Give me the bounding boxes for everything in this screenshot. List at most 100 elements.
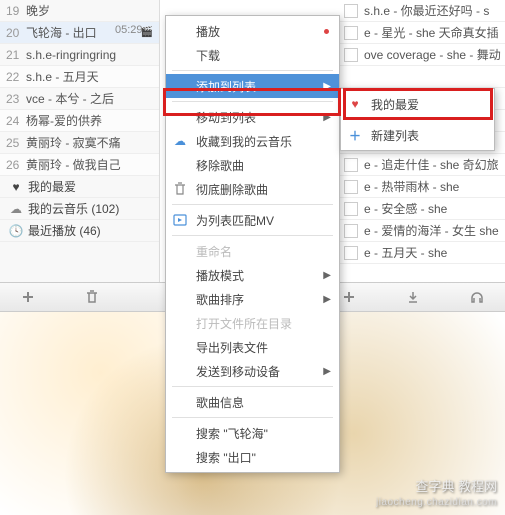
submenu-new-list[interactable]: ＋新建列表 [341,123,494,147]
right-track-name: e - 热带雨林 - she [364,178,459,195]
checkbox[interactable] [344,4,358,18]
right-track-row[interactable]: e - 安全感 - she [340,198,505,220]
heart-icon: ♥ [347,96,363,112]
checkbox[interactable] [344,48,358,62]
checkbox[interactable] [344,246,358,260]
heart-icon: ♥ [8,180,24,194]
menu-play-mode[interactable]: 播放模式 ▶ [166,263,339,287]
playlist-label: 我的最爱 [28,178,76,195]
context-menu: 播放 下载 添加到列表▶ 移动到列表▶ ☁收藏到我的云音乐 移除歌曲 彻底删除歌… [165,15,340,473]
right-track-name: e - 五月天 - she [364,244,447,261]
menu-label: 收藏到我的云音乐 [196,133,292,150]
track-num: 23 [6,92,26,106]
menu-separator [172,417,333,418]
right-track-row[interactable]: s.h.e - 你最近还好吗 - s [340,0,505,22]
track-row[interactable]: 22s.h.e - 五月天 [0,66,159,88]
menu-remove-song[interactable]: 移除歌曲 [166,153,339,177]
menu-label: 播放 [196,23,220,40]
menu-match-mv[interactable]: 为列表匹配MV [166,208,339,232]
watermark: 查字典 教程网 jiaocheng.chazidian.com [376,479,497,509]
checkbox[interactable] [344,180,358,194]
right-track-row[interactable]: e - 五月天 - she [340,242,505,264]
menu-label: 播放模式 [196,267,244,284]
right-track-name: e - 星光 - she 天命真女插 [364,24,499,41]
submenu-my-fav[interactable]: ♥ 我的最爱 [341,92,494,116]
menu-label: 导出列表文件 [196,339,268,356]
track-row[interactable]: 24杨幂-爱的供养 [0,110,159,132]
track-name: 晚岁 [26,2,153,19]
right-track-name: e - 追走什佳 - she 奇幻旅 [364,156,499,173]
right-track-row[interactable]: e - 热带雨林 - she [340,176,505,198]
checkbox[interactable] [344,202,358,216]
right-track-row[interactable] [340,66,505,88]
chevron-right-icon: ▶ [323,270,331,281]
track-num: 26 [6,158,26,172]
menu-open-folder: 打开文件所在目录 [166,311,339,335]
right-track-row[interactable]: ove coverage - she - 舞动精 [340,44,505,66]
clock-icon: 🕓 [8,224,24,238]
chevron-right-icon: ▶ [323,81,331,92]
add-button-2[interactable] [337,287,361,307]
headphone-button[interactable] [465,287,489,307]
menu-delete-song[interactable]: 彻底删除歌曲 [166,177,339,201]
menu-label: 歌曲排序 [196,291,244,308]
watermark-main: 查字典 教程网 [376,479,497,496]
menu-download[interactable]: 下载 [166,43,339,67]
track-num: 22 [6,70,26,84]
track-row[interactable]: 26黄丽玲 - 做我自己 [0,154,159,176]
menu-label: 移动到列表 [196,109,256,126]
checkbox[interactable] [344,224,358,238]
menu-search-2[interactable]: 搜索 "出口" [166,445,339,469]
chevron-right-icon: ▶ [323,366,331,377]
menu-play[interactable]: 播放 [166,19,339,43]
menu-label: 移除歌曲 [196,157,244,174]
track-num: 20 [6,26,26,40]
right-track-name: s.h.e - 你最近还好吗 - s [364,2,489,19]
cloud-icon: ☁ [8,202,24,216]
checkbox[interactable] [344,158,358,172]
track-num: 21 [6,48,26,62]
add-button[interactable] [16,287,40,307]
dot-icon [324,29,329,34]
menu-label: 歌曲信息 [196,394,244,411]
right-track-name: e - 安全感 - she [364,200,447,217]
right-track-row[interactable]: e - 追走什佳 - she 奇幻旅 [340,154,505,176]
playlist-cloud[interactable]: ☁ 我的云音乐 (102) [0,198,159,220]
menu-label: 打开文件所在目录 [196,315,292,332]
watermark-sub: jiaocheng.chazidian.com [376,496,497,509]
menu-separator [172,70,333,71]
track-name: 杨幂-爱的供养 [26,112,153,129]
right-track-row[interactable]: e - 星光 - she 天命真女插 [340,22,505,44]
playlist-recent[interactable]: 🕓最近播放 (46) [0,220,159,242]
menu-send-mobile[interactable]: 发送到移动设备 ▶ [166,359,339,383]
menu-add-to-list[interactable]: 添加到列表▶ [166,74,339,98]
menu-sort[interactable]: 歌曲排序▶ [166,287,339,311]
playlist-my-fav[interactable]: ♥ 我的最爱 [0,176,159,198]
menu-rename: 重命名 [166,239,339,263]
track-row[interactable]: 23vce - 本兮 - 之后 [0,88,159,110]
menu-label: 我的最爱 [371,96,419,113]
menu-fav-cloud[interactable]: ☁收藏到我的云音乐 [166,129,339,153]
right-track-row[interactable]: e - 爱情的海洋 - 女生 she [340,220,505,242]
right-track-name: e - 爱情的海洋 - 女生 she [364,222,499,239]
track-row[interactable]: 21s.h.e-ringringring [0,44,159,66]
track-num: 24 [6,114,26,128]
menu-label: 发送到移动设备 [196,363,280,380]
menu-separator [347,119,488,120]
menu-search-1[interactable]: 搜索 "飞轮海" [166,421,339,445]
track-row[interactable]: 19晚岁 [0,0,159,22]
menu-export-list[interactable]: 导出列表文件 [166,335,339,359]
trash-button[interactable] [80,287,104,307]
menu-separator [172,235,333,236]
menu-label: 下载 [196,47,220,64]
trash-icon [172,181,188,197]
playlist-label: 我的云音乐 (102) [28,200,119,217]
menu-label: 搜索 "飞轮海" [196,425,268,442]
track-row[interactable]: 25黄丽玲 - 寂寞不痛 [0,132,159,154]
download-button[interactable] [401,287,425,307]
menu-song-info[interactable]: 歌曲信息 [166,390,339,414]
menu-label: 搜索 "出口" [196,449,256,466]
checkbox[interactable] [344,26,358,40]
track-name: 黄丽玲 - 寂寞不痛 [26,134,153,151]
menu-move-to-list[interactable]: 移动到列表▶ [166,105,339,129]
